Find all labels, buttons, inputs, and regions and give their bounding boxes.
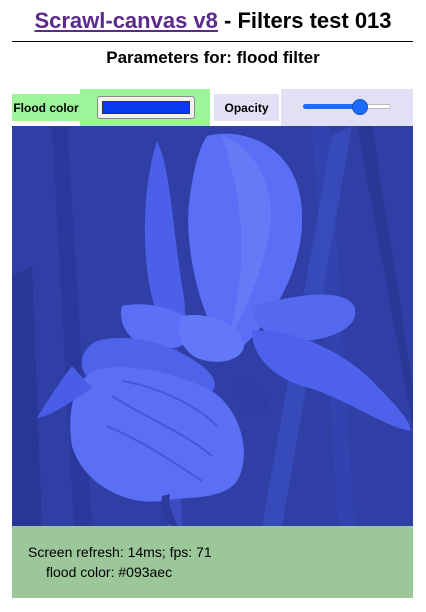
refresh-readout: Screen refresh: 14ms; fps: 71 bbox=[28, 544, 212, 560]
flood-color-picker[interactable] bbox=[97, 96, 195, 119]
opacity-cell bbox=[281, 89, 413, 126]
filter-canvas[interactable] bbox=[12, 126, 413, 526]
opacity-slider[interactable] bbox=[303, 99, 391, 115]
flood-color-cell bbox=[80, 89, 210, 126]
title-divider bbox=[12, 41, 413, 42]
parameters-heading: Parameters for: flood filter bbox=[106, 48, 320, 67]
scrawl-canvas-home-link[interactable]: Scrawl-canvas v8 bbox=[34, 8, 217, 33]
flood-color-label: Flood color bbox=[12, 94, 80, 121]
flood-color-swatch bbox=[102, 101, 190, 114]
iris-image bbox=[12, 126, 413, 526]
page-title-suffix: - Filters test 013 bbox=[217, 8, 392, 33]
opacity-label: Opacity bbox=[214, 94, 279, 121]
filter-controls: Flood color Opacity bbox=[12, 89, 413, 126]
page-title: Scrawl-canvas v8 - Filters test 013 bbox=[0, 8, 426, 34]
flood-color-readout: flood color: #093aec bbox=[46, 564, 173, 580]
status-panel: Screen refresh: 14ms; fps: 71 flood colo… bbox=[12, 526, 413, 598]
opacity-slider-thumb[interactable] bbox=[352, 99, 369, 115]
page: Scrawl-canvas v8 - Filters test 013 Para… bbox=[0, 0, 426, 612]
